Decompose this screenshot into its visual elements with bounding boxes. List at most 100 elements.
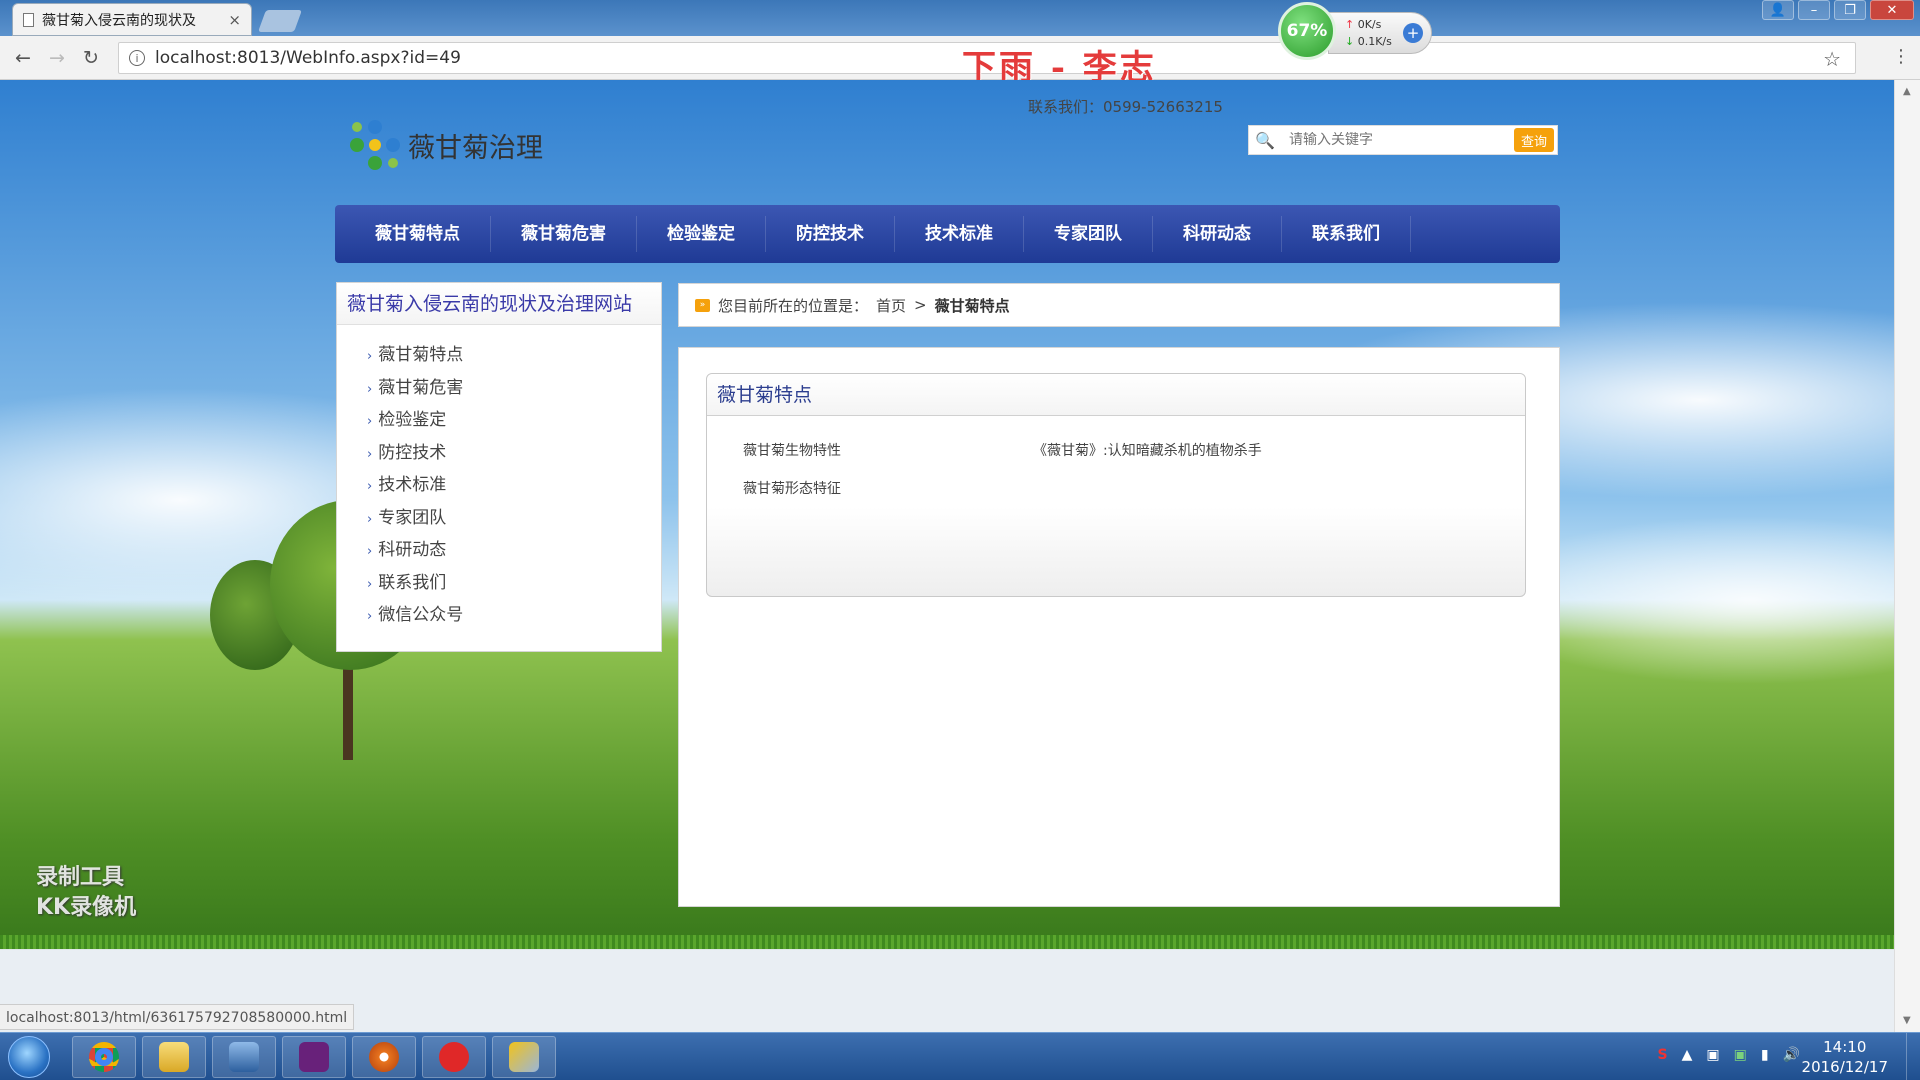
minimize-icon[interactable]: – (1798, 0, 1830, 20)
taskbar-screen-icon[interactable] (212, 1036, 276, 1078)
nav-item-features[interactable]: 薇甘菊特点 (345, 216, 491, 252)
tab-close-icon[interactable]: × (228, 11, 241, 29)
sidebar-item-label: 薇甘菊特点 (378, 345, 464, 365)
network-signal-icon[interactable]: ▮ (1761, 1047, 1769, 1063)
chevron-right-icon: › (367, 381, 373, 397)
site-logo[interactable]: 薇甘菊治理 (350, 120, 543, 170)
chevron-right-icon: › (367, 446, 373, 462)
windows-taskbar: S ▲ ▣ ▣ ▮ 🔊 14:10 2016/12/17 (0, 1032, 1920, 1080)
volume-icon[interactable]: 🔊 (1783, 1047, 1800, 1063)
sidebar-item-standards[interactable]: › 技术标准 (367, 469, 661, 502)
sidebar-item-hazards[interactable]: › 薇甘菊危害 (367, 372, 661, 405)
info-icon[interactable]: i (129, 50, 145, 66)
recorder-watermark: 录制工具 KK录像机 (36, 863, 136, 923)
nav-item-standards[interactable]: 技术标准 (895, 216, 1024, 252)
nav-item-contact[interactable]: 联系我们 (1282, 216, 1411, 252)
scroll-down-arrow-icon[interactable]: ▼ (1903, 1015, 1911, 1026)
tray-app-icon[interactable]: ▣ (1706, 1047, 1719, 1063)
breadcrumb-separator: > (914, 296, 927, 314)
article-link[interactable]: 薇甘菊生物特性 (743, 440, 841, 460)
back-arrow-icon[interactable]: ← (10, 45, 36, 71)
chevron-right-icon: › (367, 544, 373, 559)
sidebar-menu: › 薇甘菊特点 › 薇甘菊危害 › 检验鉴定 › 防控技术 › 技术标准 › 专家团队 › 科… (337, 325, 661, 632)
network-speed-panel: ↑ 0K/s ↓ 0.1K/s + (1328, 12, 1432, 54)
clock-date: 2016/12/17 (1801, 1058, 1888, 1076)
forward-arrow-icon[interactable]: → (44, 45, 70, 71)
sidebar-item-research[interactable]: › 科研动态 (367, 534, 661, 567)
article-link[interactable]: 《薇甘菊》:认知暗藏杀机的植物杀手 (1033, 440, 1262, 460)
scroll-up-arrow-icon[interactable]: ▲ (1903, 86, 1911, 97)
show-desktop-button[interactable] (1906, 1033, 1920, 1080)
status-bar-url: localhost:8013/html/636175792708580000.h… (0, 1004, 355, 1030)
taskbar-clock[interactable]: 14:10 2016/12/17 (1802, 1037, 1888, 1077)
memory-usage-ring: 67% (1278, 2, 1336, 60)
vertical-scrollbar[interactable]: ▲ ▼ (1894, 80, 1920, 1032)
browser-toolbar: ← → ↻ i localhost:8013/WebInfo.aspx?id=4… (0, 36, 1920, 80)
grass-strip (0, 935, 1894, 949)
plus-icon[interactable]: + (1403, 23, 1423, 43)
sidebar-item-label: 防控技术 (378, 442, 447, 463)
maximize-icon[interactable]: ❐ (1834, 0, 1866, 20)
breadcrumb-current: 薇甘菊特点 (934, 296, 1010, 315)
page-viewport: 联系我们：0599-52663215 薇甘菊治理 🔍 查询 薇甘菊特点 薇甘菊危… (0, 80, 1894, 1032)
article-link[interactable]: 薇甘菊形态特征 (743, 478, 841, 498)
sidebar-item-control[interactable]: › 防控技术 (367, 437, 661, 470)
tab-title: 薇甘菊入侵云南的现状及 (42, 12, 196, 29)
article-links: 薇甘菊生物特性 《薇甘菊》:认知暗藏杀机的植物杀手 薇甘菊形态特征 (707, 416, 1525, 596)
chevron-right-icon: › (367, 576, 373, 592)
chevron-right-icon: › (367, 349, 373, 364)
sidebar-item-label: 专家团队 (378, 507, 447, 528)
tray-app-icon[interactable]: ▣ (1734, 1047, 1747, 1063)
clock-time: 14:10 (1823, 1038, 1867, 1056)
search-button[interactable]: 查询 (1514, 128, 1554, 152)
chevron-right-icon: › (367, 609, 373, 624)
download-speed: 0.1K/s (1357, 35, 1392, 48)
contact-phone: 联系我们：0599-52663215 (1028, 98, 1223, 116)
chevron-right-icon: › (367, 479, 373, 494)
nav-item-hazards[interactable]: 薇甘菊危害 (491, 216, 637, 252)
chevron-right-icon: › (367, 414, 373, 429)
panel-title: 薇甘菊特点 (707, 374, 1525, 416)
close-window-icon[interactable]: ✕ (1870, 0, 1914, 20)
sidebar-item-contact[interactable]: › 联系我们 (367, 567, 661, 600)
browser-menu-icon[interactable]: ⋮ (1892, 46, 1910, 67)
nav-item-research[interactable]: 科研动态 (1153, 216, 1282, 252)
browser-tab[interactable]: 薇甘菊入侵云南的现状及 × (12, 3, 252, 36)
start-button[interactable] (8, 1036, 50, 1078)
taskbar-explorer-icon[interactable] (142, 1036, 206, 1078)
taskbar-tools-icon[interactable] (492, 1036, 556, 1078)
taskbar-recorder-icon[interactable] (352, 1036, 416, 1078)
sidebar-item-label: 技术标准 (378, 475, 447, 495)
user-icon[interactable]: 👤 (1762, 0, 1794, 20)
sidebar-item-inspection[interactable]: › 检验鉴定 (367, 404, 661, 437)
tray-expand-icon[interactable]: ▲ (1682, 1047, 1693, 1063)
nav-item-inspection[interactable]: 检验鉴定 (637, 216, 766, 252)
new-tab-button[interactable] (257, 10, 303, 32)
nav-item-control[interactable]: 防控技术 (766, 216, 895, 252)
reload-icon[interactable]: ↻ (78, 45, 104, 71)
taskbar-chrome-icon[interactable] (72, 1036, 136, 1078)
breadcrumb-home-link[interactable]: 首页 (876, 295, 906, 316)
nav-item-experts[interactable]: 专家团队 (1024, 216, 1153, 252)
bookmark-star-icon[interactable]: ☆ (1823, 47, 1841, 71)
document-icon (23, 12, 34, 27)
upload-speed: 0K/s (1357, 18, 1382, 31)
network-monitor-widget[interactable]: ↑ 0K/s ↓ 0.1K/s + 67% (1278, 2, 1434, 60)
input-method-icon[interactable]: S (1658, 1047, 1668, 1063)
search-input[interactable] (1281, 132, 1514, 148)
address-url: localhost:8013/WebInfo.aspx?id=49 (155, 48, 461, 68)
taskbar-visual-studio-icon[interactable] (282, 1036, 346, 1078)
sidebar-item-wechat[interactable]: › 微信公众号 (367, 599, 661, 632)
left-sidebar: 薇甘菊入侵云南的现状及治理网站 › 薇甘菊特点 › 薇甘菊危害 › 检验鉴定 › 防控技… (336, 282, 662, 652)
watermark-line: 录制工具 (36, 865, 125, 890)
breadcrumb-prefix: 您目前所在的位置是： (718, 296, 869, 315)
logo-flower-icon (350, 120, 400, 170)
location-icon: » (695, 298, 710, 312)
system-tray: S ▲ ▣ ▣ ▮ 🔊 (1658, 1047, 1801, 1063)
sidebar-item-experts[interactable]: › 专家团队 (367, 502, 661, 535)
sidebar-item-features[interactable]: › 薇甘菊特点 (367, 339, 661, 372)
main-navigation: 薇甘菊特点 薇甘菊危害 检验鉴定 防控技术 技术标准 专家团队 科研动态 联系我… (335, 205, 1560, 263)
taskbar-music-icon[interactable] (422, 1036, 486, 1078)
download-arrow-icon: ↓ (1345, 35, 1355, 48)
browser-tab-strip: 薇甘菊入侵云南的现状及 × 👤 – ❐ ✕ (0, 0, 1920, 36)
